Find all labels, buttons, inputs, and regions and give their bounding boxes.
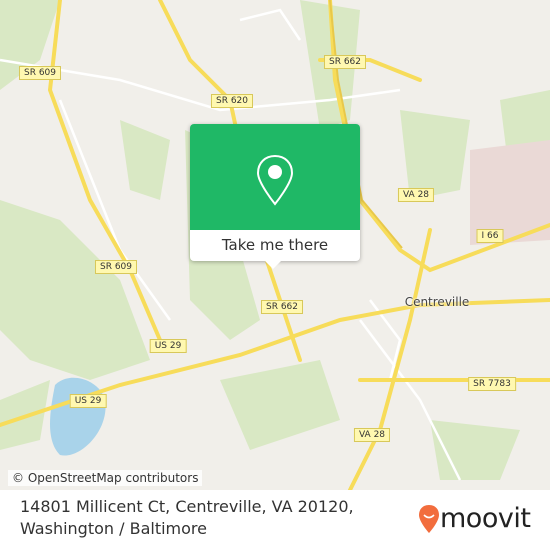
address-line-2: Washington / Baltimore	[20, 519, 207, 538]
moovit-pin-icon	[419, 504, 439, 533]
road-label: US 29	[149, 339, 187, 353]
location-pin-icon	[256, 154, 294, 206]
popup-header	[190, 124, 360, 230]
take-me-there-popup[interactable]: Take me there	[190, 124, 360, 269]
attribution[interactable]: © OpenStreetMap contributors	[8, 470, 203, 486]
road-label: SR 7783	[468, 377, 516, 391]
address: 14801 Millicent Ct, Centreville, VA 2012…	[20, 496, 354, 540]
moovit-logo[interactable]: moovit	[418, 503, 531, 534]
map[interactable]: SR 609 SR 620 SR 662 VA 28 I 66 SR 609 S…	[0, 0, 550, 490]
popup-pointer	[265, 261, 281, 269]
road-label: VA 28	[353, 428, 391, 442]
road-label: SR 662	[260, 300, 304, 314]
road-label: I 66	[476, 229, 504, 243]
road-label: SR 662	[323, 55, 367, 69]
road-label: SR 609	[18, 66, 62, 80]
road-label: SR 620	[210, 94, 254, 108]
road-label: VA 28	[397, 188, 435, 202]
road-label: US 29	[69, 394, 107, 408]
place-label: Centreville	[404, 295, 470, 309]
take-me-there-button[interactable]: Take me there	[190, 230, 360, 261]
address-line-1: 14801 Millicent Ct, Centreville, VA 2012…	[20, 497, 354, 516]
brand-name: moovit	[440, 503, 531, 534]
road-label: SR 609	[94, 260, 138, 274]
